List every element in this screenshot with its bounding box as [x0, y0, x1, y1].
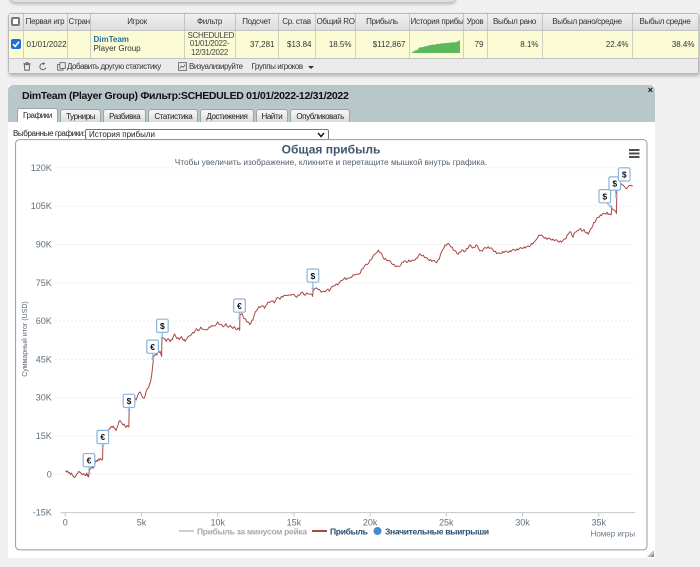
- svg-text:75K: 75K: [36, 278, 52, 288]
- svg-text:90K: 90K: [36, 240, 52, 250]
- svg-text:30k: 30k: [515, 518, 530, 528]
- svg-text:60K: 60K: [36, 316, 52, 326]
- svg-text:120K: 120K: [31, 163, 52, 173]
- svg-text:$: $: [160, 321, 165, 331]
- svg-text:$: $: [311, 271, 316, 281]
- svg-text:$: $: [612, 179, 617, 189]
- svg-text:Значительные выигрыши: Значительные выигрыши: [385, 527, 489, 537]
- svg-text:105K: 105K: [31, 201, 52, 211]
- svg-text:Прибыль за минусом рейка: Прибыль за минусом рейка: [197, 527, 307, 537]
- svg-text:€: €: [150, 342, 155, 352]
- svg-text:0: 0: [63, 518, 68, 528]
- svg-text:Номер игры: Номер игры: [591, 530, 636, 539]
- svg-text:Суммарный итог (USD): Суммарный итог (USD): [21, 301, 29, 377]
- svg-text:Общая прибыль: Общая прибыль: [282, 143, 381, 157]
- svg-text:0: 0: [47, 469, 52, 479]
- svg-text:45K: 45K: [36, 354, 52, 364]
- svg-text:5k: 5k: [137, 518, 147, 528]
- svg-text:$: $: [602, 191, 607, 201]
- svg-text:€: €: [100, 432, 105, 442]
- svg-text:Чтобы увеличить изображение, к: Чтобы увеличить изображение, кликните и …: [175, 157, 487, 167]
- svg-text:35k: 35k: [591, 518, 606, 528]
- svg-text:30K: 30K: [36, 393, 52, 403]
- svg-text:€: €: [87, 455, 92, 465]
- svg-text:Прибыль: Прибыль: [330, 527, 368, 537]
- svg-text:$: $: [622, 170, 627, 180]
- svg-text:-15K: -15K: [33, 508, 52, 518]
- svg-text:15K: 15K: [36, 431, 52, 441]
- svg-text:$: $: [127, 396, 132, 406]
- svg-text:€: €: [237, 301, 242, 311]
